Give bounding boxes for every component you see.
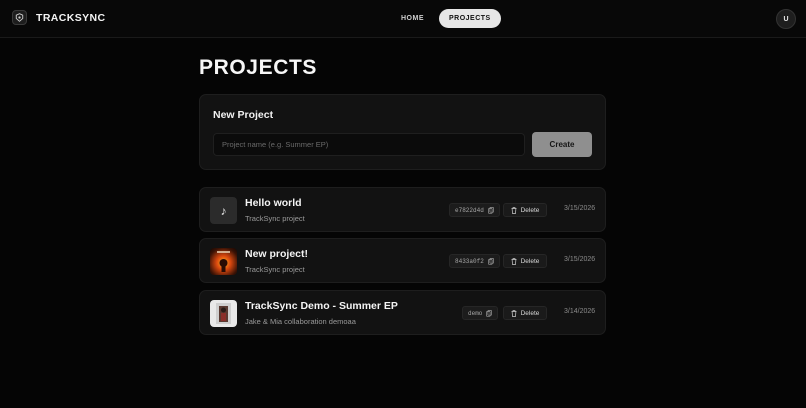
project-date: 3/14/2026 <box>564 308 596 315</box>
project-subtitle: TrackSync project <box>245 214 305 223</box>
delete-button[interactable]: Delete <box>503 254 547 268</box>
copy-icon <box>487 257 494 265</box>
trash-icon <box>511 206 517 214</box>
app-name: TRACKSYNC <box>36 11 106 24</box>
project-code: e7822d4d <box>455 206 484 214</box>
tracksync-logo-icon <box>12 10 27 25</box>
create-button[interactable]: Create <box>532 132 592 157</box>
project-code: 8433a0f2 <box>455 257 484 265</box>
project-card[interactable]: TrackSync Demo - Summer EP Jake & Mia co… <box>199 290 606 335</box>
brand[interactable]: TRACKSYNC <box>12 10 106 25</box>
project-date: 3/15/2026 <box>564 205 596 212</box>
trash-icon <box>511 257 517 265</box>
new-project-title: New Project <box>213 109 274 121</box>
project-code: demo <box>468 309 483 317</box>
album-art <box>210 248 237 275</box>
project-card[interactable]: ♪ Hello world TrackSync project e7822d4d… <box>199 187 606 232</box>
tab-home[interactable]: HOME <box>392 9 433 28</box>
user-avatar[interactable]: U <box>776 9 796 29</box>
delete-label: Delete <box>520 206 540 214</box>
project-name: TrackSync Demo - Summer EP <box>245 300 398 312</box>
new-project-card: New Project Create <box>199 94 606 170</box>
project-code-badge[interactable]: 8433a0f2 <box>449 254 500 268</box>
main-nav: HOME PROJECTS <box>392 9 501 28</box>
album-art <box>210 300 237 327</box>
delete-label: Delete <box>520 309 540 317</box>
delete-button[interactable]: Delete <box>503 306 547 320</box>
project-name: New project! <box>245 248 309 260</box>
top-bar: TRACKSYNC HOME PROJECTS U <box>0 0 806 38</box>
project-name-input[interactable] <box>213 133 525 156</box>
copy-icon <box>486 309 493 317</box>
tab-projects[interactable]: PROJECTS <box>439 9 501 28</box>
trash-icon <box>511 309 517 317</box>
project-code-badge[interactable]: e7822d4d <box>449 203 500 217</box>
project-name: Hello world <box>245 197 302 209</box>
music-note-icon: ♪ <box>210 197 237 224</box>
project-subtitle: TrackSync project <box>245 265 305 274</box>
delete-label: Delete <box>520 257 540 265</box>
delete-button[interactable]: Delete <box>503 203 547 217</box>
project-card[interactable]: New project! TrackSync project 8433a0f2 … <box>199 238 606 283</box>
copy-icon <box>487 206 494 214</box>
project-subtitle: Jake & Mia collaboration demoaa <box>245 317 356 326</box>
project-code-badge[interactable]: demo <box>462 306 499 320</box>
project-date: 3/15/2026 <box>564 256 596 263</box>
page-title: PROJECTS <box>199 56 317 79</box>
